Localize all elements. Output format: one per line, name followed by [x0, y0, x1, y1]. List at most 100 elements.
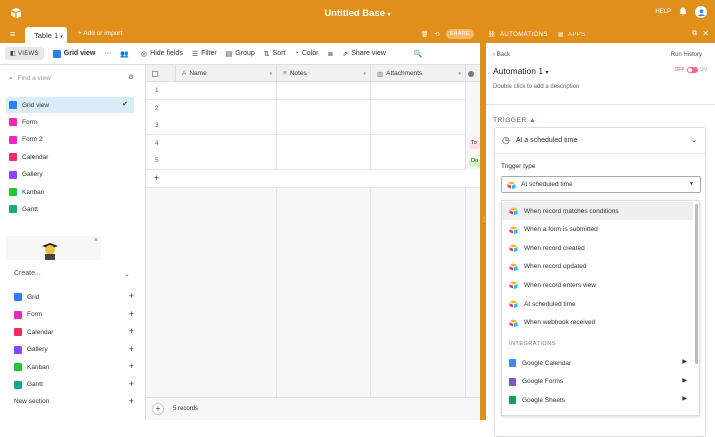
- close-icon[interactable]: ×: [94, 237, 98, 244]
- find-view-input[interactable]: ⌕ Find a view ⚙: [6, 71, 134, 86]
- plus-icon: +: [128, 361, 134, 371]
- sidebar-toggle-icon: ◧: [10, 51, 16, 57]
- view-item[interactable]: Grid view ✔: [6, 97, 134, 113]
- help-link[interactable]: HELP: [655, 9, 671, 15]
- column-label: Name: [189, 70, 207, 77]
- add-record-button[interactable]: +: [152, 403, 164, 415]
- tab-table-1[interactable]: Table 1 ▾: [25, 27, 67, 43]
- create-view-item[interactable]: Calendar +: [14, 325, 134, 339]
- status-chip[interactable]: Do: [469, 157, 480, 167]
- automations-tab[interactable]: AUTOMATIONS: [500, 32, 548, 38]
- automation-name-text: Automation 1: [493, 66, 544, 76]
- current-view-button[interactable]: Grid view: [52, 49, 95, 58]
- chevron-down-icon[interactable]: ⌄: [124, 270, 130, 278]
- column-divider: [465, 82, 466, 420]
- avatar[interactable]: [695, 6, 707, 18]
- column-header-status[interactable]: [466, 65, 480, 82]
- collaborators-icon[interactable]: 👥: [120, 50, 129, 58]
- table-row[interactable]: 4: [146, 134, 466, 153]
- history-icon[interactable]: ⟲: [435, 31, 440, 38]
- trigger-option[interactable]: When webhook received: [502, 314, 693, 332]
- create-view-item[interactable]: Kanban +: [14, 360, 134, 374]
- gear-icon[interactable]: ⚙: [128, 73, 134, 81]
- trigger-option[interactable]: When record matches conditions: [502, 202, 693, 220]
- trigger-card: ◷ At a scheduled time ⌄ Trigger type At …: [494, 127, 706, 437]
- share-view-button[interactable]: ⇗ Share view: [342, 50, 386, 58]
- grid-footer: + 5 records: [146, 397, 480, 420]
- plus-icon: +: [128, 291, 134, 301]
- row-height-icon[interactable]: ≣: [327, 50, 333, 58]
- close-panel-icon[interactable]: ✕: [702, 29, 709, 38]
- create-view-item[interactable]: Gallery +: [14, 343, 134, 357]
- hide-fields-button[interactable]: ◎ Hide fields: [141, 50, 183, 58]
- table-row[interactable]: 5: [146, 152, 466, 171]
- color-button[interactable]: ◔ Color: [294, 50, 318, 57]
- column-header-attachments[interactable]: ▥ Attachments ▾: [371, 65, 466, 82]
- sort-button[interactable]: ⇅ Sort: [264, 50, 286, 58]
- view-item[interactable]: Gallery: [6, 167, 134, 183]
- trigger-option[interactable]: When record enters view: [502, 276, 693, 294]
- share-button[interactable]: SHARE: [445, 29, 474, 39]
- open-external-icon[interactable]: ⧉: [692, 30, 697, 38]
- integration-item[interactable]: Google Forms ▶: [502, 373, 693, 391]
- group-button[interactable]: ▤ Group: [226, 50, 255, 58]
- view-item[interactable]: Form 2: [6, 132, 134, 148]
- back-link[interactable]: ‹ Back: [493, 52, 510, 58]
- dropdown-scrollbar[interactable]: [695, 204, 698, 364]
- attachment-icon: ▥: [377, 70, 384, 78]
- view-type-icon: [14, 380, 22, 389]
- create-item-label: Calendar: [27, 328, 54, 336]
- base-title[interactable]: Untitled Base ▾: [0, 8, 715, 19]
- run-history-link[interactable]: Run History: [671, 52, 702, 58]
- plus-icon: +: [128, 378, 134, 389]
- eye-slash-icon: ◎: [141, 50, 148, 58]
- search-icon[interactable]: 🔍: [414, 50, 423, 58]
- column-header-name[interactable]: A Name ▾: [176, 65, 277, 82]
- divider: [486, 104, 715, 105]
- create-view-item[interactable]: Grid +: [14, 290, 134, 304]
- toggle-on-label: ON: [699, 67, 708, 73]
- notification-bell-icon[interactable]: [679, 7, 687, 18]
- views-toggle-button[interactable]: ◧ VIEWS: [5, 47, 44, 60]
- trigger-option[interactable]: When a form is submitted: [502, 221, 693, 239]
- description-hint[interactable]: Double click to add a description: [493, 84, 579, 90]
- more-options-icon[interactable]: ···: [104, 50, 111, 57]
- view-item[interactable]: Calendar: [6, 149, 134, 165]
- apps-tab[interactable]: APPS: [568, 32, 586, 38]
- sort-icon: ⇅: [263, 50, 270, 58]
- view-item[interactable]: Form: [6, 114, 134, 130]
- trash-icon[interactable]: 🗑: [421, 31, 429, 38]
- integration-item[interactable]: Google Calendar ▶: [502, 354, 693, 372]
- select-all-checkbox[interactable]: [146, 65, 176, 82]
- chevron-right-icon: ▶: [682, 396, 687, 403]
- trigger-summary[interactable]: ◷ At a scheduled time ⌄: [495, 128, 705, 154]
- table-row[interactable]: 1: [146, 82, 466, 100]
- status-chip[interactable]: To: [469, 140, 480, 149]
- filter-button[interactable]: ☰ Filter: [192, 50, 217, 58]
- color-label: Color: [301, 50, 319, 57]
- trigger-type-select[interactable]: At scheduled time ▼: [501, 176, 701, 193]
- integration-item[interactable]: Google Sheets ▶: [502, 391, 693, 409]
- view-item[interactable]: Kanban: [6, 184, 134, 200]
- table-row[interactable]: 3: [146, 117, 466, 136]
- automation-name[interactable]: Automation 1 ▾: [493, 66, 548, 76]
- view-label: Calendar: [22, 153, 49, 161]
- trigger-option[interactable]: When record created: [502, 239, 693, 257]
- create-view-header[interactable]: Create...: [14, 270, 41, 277]
- hamburger-menu-icon[interactable]: ≡: [10, 29, 15, 39]
- trigger-option[interactable]: At scheduled time: [502, 295, 693, 313]
- add-or-import-button[interactable]: + Add or import: [78, 30, 122, 37]
- trigger-option[interactable]: When record updated: [502, 258, 693, 276]
- automation-toggle[interactable]: OFF ON: [675, 67, 708, 73]
- column-header-notes[interactable]: ≡ Notes ▾: [277, 65, 371, 82]
- create-view-item[interactable]: Form +: [14, 308, 134, 322]
- new-section-button[interactable]: New section +: [14, 396, 134, 406]
- view-type-icon: [14, 328, 22, 336]
- add-row[interactable]: +: [146, 170, 480, 188]
- view-item[interactable]: Gantt: [6, 201, 134, 217]
- table-row[interactable]: 2: [146, 99, 466, 118]
- integrations-header: INTEGRATIONS: [509, 341, 556, 347]
- airtable-trigger-icon: [509, 207, 518, 215]
- create-view-item[interactable]: Gantt +: [14, 378, 134, 392]
- chevron-down-icon: ▾: [545, 70, 549, 76]
